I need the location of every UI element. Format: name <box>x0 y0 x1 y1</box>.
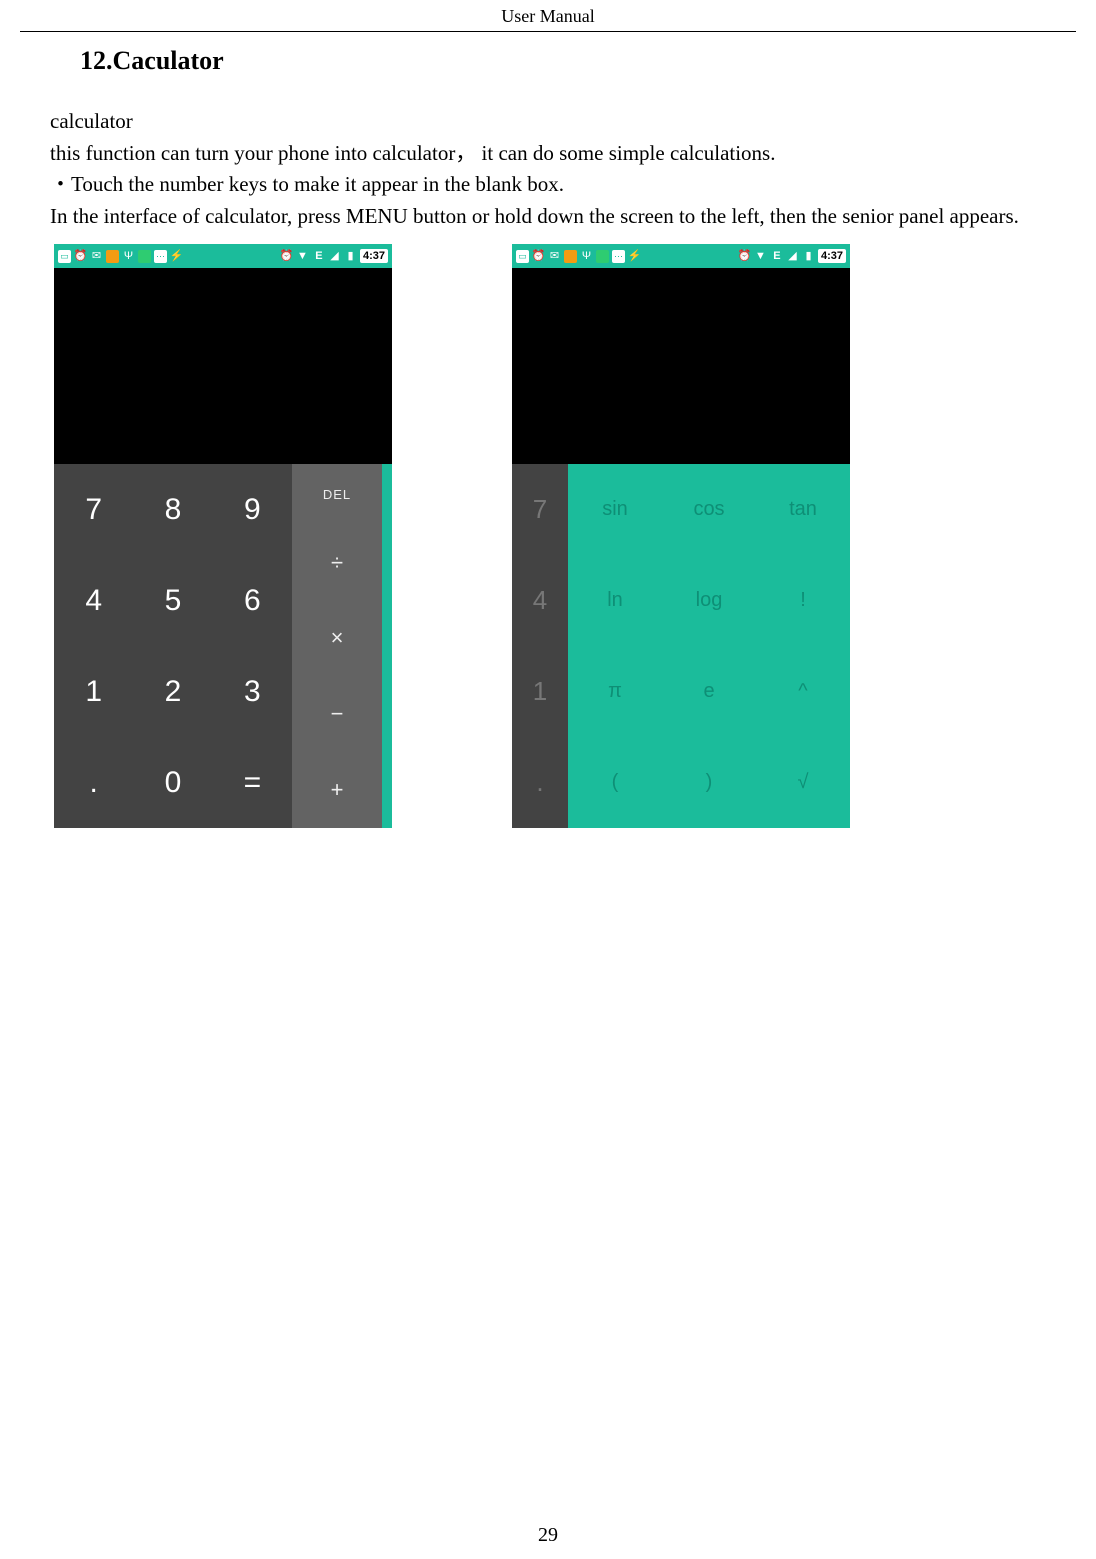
key-2[interactable]: 2 <box>133 646 212 737</box>
status-bar: ▭ ⏰ ✉ Ψ ⋯ ⚡ ⏰ ▼ E ◢ ▮ 4:37 <box>512 244 850 268</box>
alarm-icon: ⏰ <box>532 250 545 263</box>
key-cos[interactable]: cos <box>662 464 756 555</box>
key-4[interactable]: 4 <box>512 555 568 646</box>
key-5[interactable]: 5 <box>133 555 212 646</box>
clock-time: 4:37 <box>360 249 388 263</box>
usb-icon: Ψ <box>580 250 593 263</box>
key-1[interactable]: 1 <box>54 646 133 737</box>
mail-icon: ✉ <box>90 250 103 263</box>
calc-display[interactable] <box>512 268 850 464</box>
network-edge-icon: E <box>770 250 783 263</box>
para-menu-text: In the interface of calculator, press ME… <box>50 204 1019 228</box>
para-menu: In the interface of calculator, press ME… <box>20 201 1076 233</box>
calc-display[interactable] <box>54 268 392 464</box>
key-6[interactable]: 6 <box>213 555 292 646</box>
key-3[interactable]: 3 <box>213 646 292 737</box>
key-9[interactable]: 9 <box>213 464 292 555</box>
key-divide[interactable]: ÷ <box>292 525 382 601</box>
sms-icon: ⋯ <box>612 250 625 263</box>
key-tan[interactable]: tan <box>756 464 850 555</box>
page-header: User Manual <box>20 0 1076 32</box>
wifi-icon: ▼ <box>296 250 309 263</box>
battery-icon: ▮ <box>802 250 815 263</box>
alarm-icon: ⏰ <box>74 250 87 263</box>
number-pad: 7 8 9 4 5 6 1 2 3 . 0 = <box>54 464 292 828</box>
key-minus[interactable]: − <box>292 676 382 752</box>
section-title: 12.Caculator <box>80 46 1076 76</box>
app-icon-2 <box>138 250 151 263</box>
key-multiply[interactable]: × <box>292 601 382 677</box>
key-sin[interactable]: sin <box>568 464 662 555</box>
basic-keypad: 7 8 9 4 5 6 1 2 3 . 0 = DEL ÷ × <box>54 464 392 828</box>
key-pi[interactable]: π <box>568 646 662 737</box>
calculator-basic-screenshot: ▭ ⏰ ✉ Ψ ⋯ ⚡ ⏰ ▼ E ◢ ▮ 4:37 <box>54 244 392 828</box>
key-rparen[interactable]: ) <box>662 737 756 828</box>
status-left-icons: ▭ ⏰ ✉ Ψ ⋯ ⚡ <box>516 250 641 263</box>
operator-column: DEL ÷ × − + <box>292 464 382 828</box>
network-edge-icon: E <box>312 250 325 263</box>
key-ln[interactable]: ln <box>568 555 662 646</box>
advanced-functions: sin cos tan ln log ! π e ^ ( ) √ <box>568 464 850 828</box>
charging-icon: ⚡ <box>628 250 641 263</box>
app-icon <box>106 250 119 263</box>
para-touch: ・Touch the number keys to make it appear… <box>50 169 1076 201</box>
advanced-panel-handle[interactable] <box>382 464 392 828</box>
key-0[interactable]: 0 <box>133 737 212 828</box>
status-bar: ▭ ⏰ ✉ Ψ ⋯ ⚡ ⏰ ▼ E ◢ ▮ 4:37 <box>54 244 392 268</box>
key-7[interactable]: 7 <box>512 464 568 555</box>
key-factorial[interactable]: ! <box>756 555 850 646</box>
status-right-icons: ⏰ ▼ E ◢ ▮ 4:37 <box>738 249 846 263</box>
charging-icon: ⚡ <box>170 250 183 263</box>
signal-icon: ◢ <box>786 250 799 263</box>
key-plus[interactable]: + <box>292 752 382 828</box>
screenshots-row: ▭ ⏰ ✉ Ψ ⋯ ⚡ ⏰ ▼ E ◢ ▮ 4:37 <box>54 244 1076 828</box>
alarm-set-icon: ⏰ <box>738 250 751 263</box>
screenshot-icon: ▭ <box>58 250 71 263</box>
key-7[interactable]: 7 <box>54 464 133 555</box>
para-calculator: calculator <box>50 106 1076 138</box>
content-area: 12.Caculator calculator this function ca… <box>0 32 1096 828</box>
mail-icon: ✉ <box>548 250 561 263</box>
wifi-icon: ▼ <box>754 250 767 263</box>
key-8[interactable]: 8 <box>133 464 212 555</box>
status-left-icons: ▭ ⏰ ✉ Ψ ⋯ ⚡ <box>58 250 183 263</box>
key-power[interactable]: ^ <box>756 646 850 737</box>
status-right-icons: ⏰ ▼ E ◢ ▮ 4:37 <box>280 249 388 263</box>
para-desc: this function can turn your phone into c… <box>50 138 1076 170</box>
key-4[interactable]: 4 <box>54 555 133 646</box>
clock-time: 4:37 <box>818 249 846 263</box>
key-equals[interactable]: = <box>213 737 292 828</box>
key-sqrt[interactable]: √ <box>756 737 850 828</box>
battery-icon: ▮ <box>344 250 357 263</box>
calculator-advanced-screenshot: ▭ ⏰ ✉ Ψ ⋯ ⚡ ⏰ ▼ E ◢ ▮ 4:37 <box>512 244 850 828</box>
number-pad-peek: 7 4 1 . <box>512 464 568 828</box>
usb-icon: Ψ <box>122 250 135 263</box>
key-dot[interactable]: . <box>512 737 568 828</box>
app-icon-2 <box>596 250 609 263</box>
key-log[interactable]: log <box>662 555 756 646</box>
screenshot-icon: ▭ <box>516 250 529 263</box>
key-lparen[interactable]: ( <box>568 737 662 828</box>
key-e[interactable]: e <box>662 646 756 737</box>
page-number: 29 <box>0 1524 1096 1547</box>
sms-icon: ⋯ <box>154 250 167 263</box>
app-icon <box>564 250 577 263</box>
signal-icon: ◢ <box>328 250 341 263</box>
key-1[interactable]: 1 <box>512 646 568 737</box>
key-dot[interactable]: . <box>54 737 133 828</box>
alarm-set-icon: ⏰ <box>280 250 293 263</box>
key-del[interactable]: DEL <box>292 464 382 525</box>
advanced-keypad: 7 4 1 . sin cos tan ln log ! π e ^ ( ) <box>512 464 850 828</box>
